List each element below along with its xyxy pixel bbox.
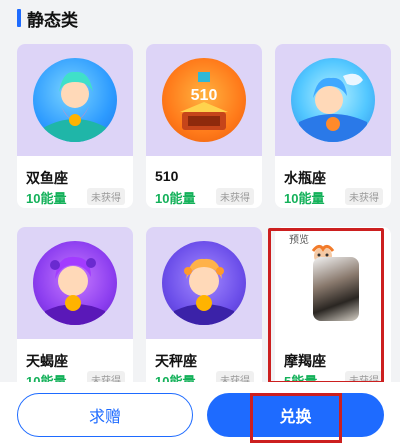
medal-510-text: 510 [191, 87, 218, 104]
exchange-button[interactable]: 兑换 [207, 393, 384, 437]
card-status-badge: 未获得 [345, 188, 383, 205]
section-accent-bar [17, 9, 21, 27]
card-status-badge: 未获得 [216, 188, 254, 205]
card-energy: 10能量 [284, 191, 325, 206]
card-art [146, 227, 262, 339]
card-art: 510 [146, 44, 262, 156]
card-name: 天秤座 [155, 353, 197, 369]
section-header: 静态类 [0, 0, 400, 36]
theme-card-scorpio[interactable]: 天蝎座 10能量 未获得 [17, 227, 133, 391]
selected-card-highlight [268, 228, 384, 384]
card-name: 水瓶座 [284, 170, 326, 186]
510-building-icon: 510 [180, 72, 228, 130]
card-name: 双鱼座 [26, 170, 68, 186]
card-name: 天蝎座 [26, 353, 68, 369]
card-status-badge: 未获得 [87, 188, 125, 205]
aquarius-medal-icon [291, 58, 375, 142]
request-gift-button[interactable]: 求赠 [17, 393, 193, 437]
card-art [17, 44, 133, 156]
theme-card-pisces[interactable]: 双鱼座 10能量 未获得 [17, 44, 133, 208]
pisces-mermaid-icon [43, 71, 107, 142]
pisces-medal-icon [33, 58, 117, 142]
card-energy: 10能量 [155, 191, 196, 206]
theme-card-510[interactable]: 510 510 10能量 未获得 [146, 44, 262, 208]
510-medal-icon: 510 [162, 58, 246, 142]
section-title: 静态类 [27, 10, 78, 30]
theme-card-libra[interactable]: 天秤座 10能量 未获得 [146, 227, 262, 391]
libra-character-icon [174, 258, 234, 325]
card-energy: 10能量 [26, 191, 67, 206]
libra-medal-icon [162, 241, 246, 325]
scorpio-medal-icon [33, 241, 117, 325]
bottom-action-bar: 求赠 兑换 [0, 382, 400, 448]
aquarius-child-icon [299, 73, 367, 142]
card-art [17, 227, 133, 339]
card-art [275, 44, 391, 156]
theme-card-aquarius[interactable]: 水瓶座 10能量 未获得 [275, 44, 391, 208]
scorpio-character-icon [45, 256, 105, 325]
card-name: 510 [155, 168, 179, 184]
